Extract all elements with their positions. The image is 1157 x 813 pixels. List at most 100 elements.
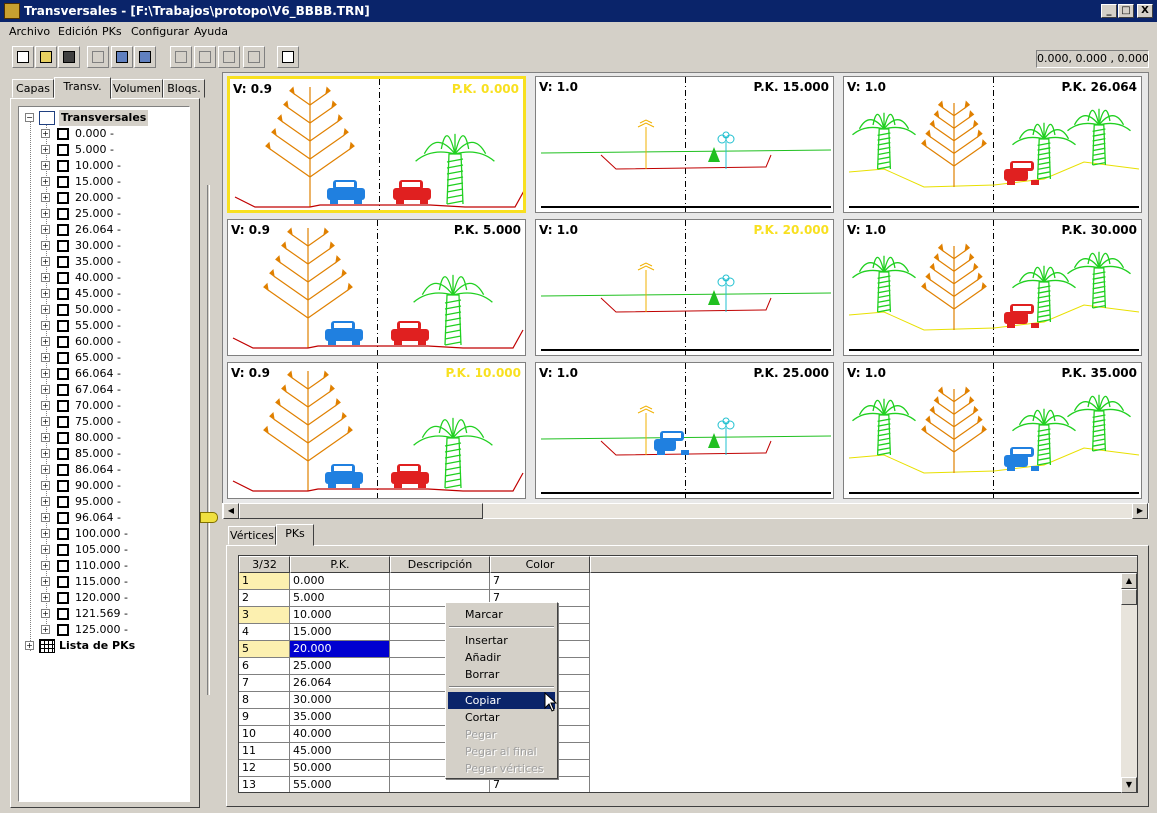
expand-icon[interactable]: + xyxy=(41,241,50,250)
checkbox[interactable] xyxy=(57,608,69,620)
row-number[interactable]: 7 xyxy=(239,675,290,692)
tab-vertices[interactable]: Vértices xyxy=(228,526,276,545)
grid-vertical-scrollbar[interactable]: ▲ ▼ xyxy=(1121,573,1137,793)
row-number[interactable]: 6 xyxy=(239,658,290,675)
menu-item-pegar-al-final[interactable]: Pegar al final xyxy=(448,743,555,760)
pk-grid[interactable]: 3/32 P.K. Descripción Color 1 0.000 7 2 5.00… xyxy=(238,555,1138,793)
cross-section-panel[interactable]: V: 0.9 P.K. 0.000 xyxy=(227,76,526,213)
save-button[interactable] xyxy=(58,46,80,68)
expand-icon[interactable]: + xyxy=(41,449,50,458)
tree-item[interactable]: +121.569 - xyxy=(41,606,181,622)
expand-icon[interactable]: + xyxy=(41,129,50,138)
checkbox[interactable] xyxy=(57,368,69,380)
tree-item[interactable]: +75.000 - xyxy=(41,414,181,430)
expand-icon[interactable]: + xyxy=(41,481,50,490)
checkbox[interactable] xyxy=(57,528,69,540)
pk-cell[interactable]: 30.000 xyxy=(290,692,390,709)
sections-canvas[interactable]: V: 0.9 P.K. 0.000 V: 1.0 P.K. 15.000 V: 1.0 P… xyxy=(222,72,1149,504)
tree-item[interactable]: +80.000 - xyxy=(41,430,181,446)
checkbox[interactable] xyxy=(57,256,69,268)
pk-cell[interactable]: 50.000 xyxy=(290,760,390,777)
properties-button[interactable] xyxy=(277,46,299,68)
row-number[interactable]: 4 xyxy=(239,624,290,641)
expand-icon[interactable]: + xyxy=(41,465,50,474)
expand-icon[interactable]: + xyxy=(41,545,50,554)
expand-icon[interactable]: + xyxy=(41,337,50,346)
menu-item-cortar[interactable]: Cortar xyxy=(448,709,555,726)
color-cell[interactable]: 7 xyxy=(490,573,590,590)
expand-icon[interactable]: + xyxy=(25,641,34,650)
checkbox[interactable] xyxy=(57,416,69,428)
tab-transv[interactable]: Transv. xyxy=(54,77,111,99)
checkbox[interactable] xyxy=(57,336,69,348)
table-row[interactable]: 13 55.000 7 xyxy=(239,777,590,792)
menu-item-insertar[interactable]: Insertar xyxy=(448,632,555,649)
cross-section-panel[interactable]: V: 1.0 P.K. 35.000 xyxy=(843,362,1142,499)
expand-icon[interactable]: + xyxy=(41,273,50,282)
checkbox[interactable] xyxy=(57,144,69,156)
tree-item[interactable]: +67.064 - xyxy=(41,382,181,398)
tree-item[interactable]: +90.000 - xyxy=(41,478,181,494)
expand-icon[interactable]: + xyxy=(41,497,50,506)
scroll-left-button[interactable]: ◀ xyxy=(223,503,239,519)
tree-lista-pks[interactable]: + Lista de PKs xyxy=(25,638,185,654)
cross-section-panel[interactable]: V: 0.9 P.K. 5.000 xyxy=(227,219,526,356)
tree-item[interactable]: +50.000 - xyxy=(41,302,181,318)
cross-section-panel[interactable]: V: 1.0 P.K. 26.064 xyxy=(843,76,1142,213)
new-file-button[interactable] xyxy=(12,46,34,68)
checkbox[interactable] xyxy=(57,448,69,460)
pk-cell[interactable]: 5.000 xyxy=(290,590,390,607)
pk-cell[interactable]: 55.000 xyxy=(290,777,390,792)
cross-section-panel[interactable]: V: 1.0 P.K. 25.000 xyxy=(535,362,834,499)
checkbox[interactable] xyxy=(57,384,69,396)
checkbox[interactable] xyxy=(57,576,69,588)
checkbox[interactable] xyxy=(57,320,69,332)
tree-item[interactable]: +70.000 - xyxy=(41,398,181,414)
tab-capas[interactable]: Capas xyxy=(12,79,54,98)
tree-item[interactable]: +35.000 - xyxy=(41,254,181,270)
expand-icon[interactable]: + xyxy=(41,529,50,538)
pk-cell[interactable]: 0.000 xyxy=(290,573,390,590)
checkbox[interactable] xyxy=(57,480,69,492)
paste-special-button[interactable] xyxy=(243,46,265,68)
row-number[interactable]: 10 xyxy=(239,726,290,743)
checkbox[interactable] xyxy=(57,192,69,204)
scroll-down-button[interactable]: ▼ xyxy=(1121,777,1137,793)
menu-item-borrar[interactable]: Borrar xyxy=(448,666,555,683)
pk-cell[interactable]: 20.000 xyxy=(290,641,390,658)
row-number[interactable]: 12 xyxy=(239,760,290,777)
cross-section-panel[interactable]: V: 1.0 P.K. 30.000 xyxy=(843,219,1142,356)
tab-pks[interactable]: PKs xyxy=(276,524,314,546)
pk-cell[interactable]: 45.000 xyxy=(290,743,390,760)
tab-volumen[interactable]: Volumen xyxy=(111,79,163,98)
tree-item[interactable]: +45.000 - xyxy=(41,286,181,302)
menu-item-pegar[interactable]: Pegar xyxy=(448,726,555,743)
expand-icon[interactable]: + xyxy=(41,289,50,298)
expand-icon[interactable]: + xyxy=(41,193,50,202)
tree-item[interactable]: +10.000 - xyxy=(41,158,181,174)
checkbox[interactable] xyxy=(57,560,69,572)
row-number[interactable]: 9 xyxy=(239,709,290,726)
checkbox[interactable] xyxy=(57,496,69,508)
paste-button[interactable] xyxy=(218,46,240,68)
checkbox[interactable] xyxy=(57,512,69,524)
menu-pks[interactable]: PKs xyxy=(102,25,122,38)
expand-icon[interactable]: + xyxy=(41,561,50,570)
close-button[interactable]: X xyxy=(1137,4,1153,18)
expand-icon[interactable]: + xyxy=(41,513,50,522)
checkbox[interactable] xyxy=(57,544,69,556)
cross-section-panel[interactable]: V: 0.9 P.K. 10.000 xyxy=(227,362,526,499)
expand-icon[interactable]: + xyxy=(41,369,50,378)
pk-cell[interactable]: 40.000 xyxy=(290,726,390,743)
expand-icon[interactable]: + xyxy=(41,433,50,442)
pk-cell[interactable]: 26.064 xyxy=(290,675,390,692)
tab-bloqs[interactable]: Bloqs. xyxy=(163,79,205,98)
tree-item[interactable]: +85.000 - xyxy=(41,446,181,462)
export-button[interactable] xyxy=(111,46,133,68)
collapse-icon[interactable]: − xyxy=(25,113,34,122)
menu-edicion[interactable]: Edición xyxy=(58,25,98,38)
tree-item[interactable]: +125.000 - xyxy=(41,622,181,638)
open-button[interactable] xyxy=(35,46,57,68)
row-number[interactable]: 11 xyxy=(239,743,290,760)
zoom-slider-thumb[interactable] xyxy=(200,512,218,523)
